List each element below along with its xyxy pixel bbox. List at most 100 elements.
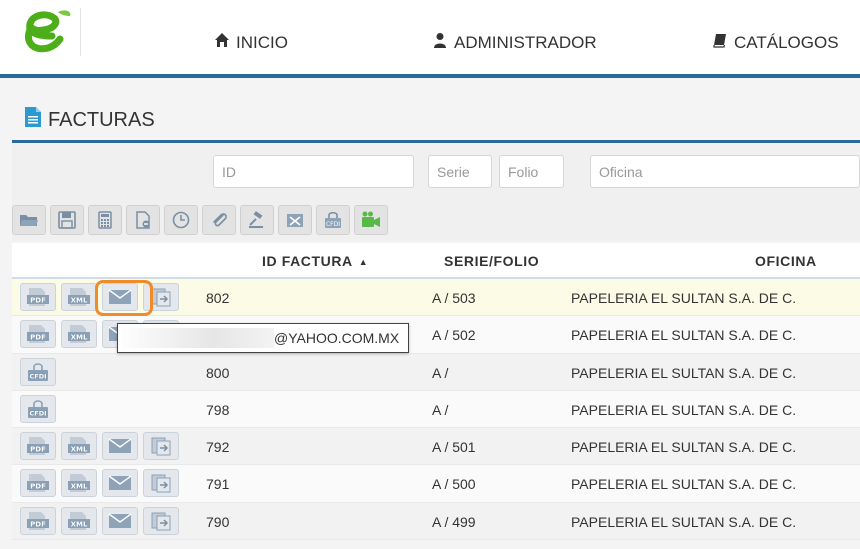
serie-folio-cell: A / bbox=[432, 401, 449, 418]
serie-folio-cell: A / 502 bbox=[432, 327, 476, 344]
nav-catalogos[interactable]: CATÁLOGOS bbox=[712, 32, 839, 53]
pdf-icon[interactable]: PDF bbox=[20, 506, 56, 535]
row-actions: PDF XML bbox=[20, 283, 179, 311]
xml-icon[interactable]: XML bbox=[61, 432, 97, 461]
oficina-filter-input[interactable]: Oficina bbox=[590, 155, 860, 188]
pdf-icon[interactable]: PDF bbox=[20, 432, 56, 461]
mail-icon[interactable] bbox=[102, 432, 138, 461]
svg-text:PDF: PDF bbox=[30, 297, 46, 305]
oficina-cell: PAPELERIA EL SULTAN S.A. DE C. bbox=[571, 327, 797, 344]
page-title-label: FACTURAS bbox=[48, 108, 155, 131]
id-factura-cell: 798 bbox=[206, 401, 230, 418]
id-factura-cell: 790 bbox=[206, 513, 230, 530]
copy-document-icon[interactable] bbox=[143, 432, 179, 461]
svg-text:PDF: PDF bbox=[30, 334, 46, 342]
id-factura-cell: 791 bbox=[206, 476, 230, 493]
column-header-oficina[interactable]: OFICINA bbox=[755, 253, 817, 269]
toolbar: CFDI bbox=[12, 205, 388, 235]
svg-text:CFDI: CFDI bbox=[29, 372, 46, 380]
table-row[interactable]: PDF XML 791 A / 500 PAPELERIA EL SULTAN S.A.… bbox=[12, 465, 860, 503]
row-actions: CFDI bbox=[20, 394, 56, 423]
mail-icon[interactable] bbox=[102, 506, 138, 535]
email-tooltip-text: @YAHOO.COM.MX bbox=[274, 330, 400, 346]
home-icon bbox=[214, 32, 230, 53]
id-factura-cell: 802 bbox=[206, 290, 230, 306]
cfdi-lock-icon[interactable]: CFDI bbox=[316, 205, 350, 235]
svg-text:CFDI: CFDI bbox=[29, 409, 46, 417]
top-navbar: INICIO ADMINISTRADOR CATÁLOGOS bbox=[0, 0, 860, 78]
oficina-cell: PAPELERIA EL SULTAN S.A. DE C. bbox=[571, 364, 797, 381]
serie-filter-input[interactable]: Serie bbox=[428, 155, 492, 188]
user-icon bbox=[432, 32, 448, 53]
clock-icon[interactable] bbox=[164, 205, 198, 235]
logo-divider bbox=[80, 8, 81, 56]
svg-text:PDF: PDF bbox=[30, 446, 46, 454]
xml-icon[interactable]: XML bbox=[61, 320, 97, 349]
document-minus-icon[interactable] bbox=[126, 205, 160, 235]
oficina-cell: PAPELERIA EL SULTAN S.A. DE C. bbox=[571, 439, 797, 456]
oficina-cell: PAPELERIA EL SULTAN S.A. DE C. bbox=[571, 476, 797, 493]
pdf-icon[interactable]: PDF bbox=[20, 320, 56, 349]
folio-filter-input[interactable]: Folio bbox=[499, 155, 564, 188]
oficina-cell: PAPELERIA EL SULTAN S.A. DE C. bbox=[571, 401, 797, 418]
svg-text:PDF: PDF bbox=[30, 520, 46, 528]
row-actions: PDF XML bbox=[20, 469, 179, 498]
mail-icon[interactable] bbox=[102, 283, 138, 311]
copy-document-icon[interactable] bbox=[143, 506, 179, 535]
nav-administrador-label: ADMINISTRADOR bbox=[454, 32, 597, 52]
column-header-serie-folio[interactable]: SERIE/FOLIO bbox=[444, 253, 539, 269]
save-icon[interactable] bbox=[50, 205, 84, 235]
svg-text:CFDI: CFDI bbox=[326, 221, 340, 228]
video-camera-icon[interactable] bbox=[354, 205, 388, 235]
cfdi-lock-icon[interactable]: CFDI bbox=[20, 394, 56, 423]
copy-document-icon[interactable] bbox=[143, 283, 179, 311]
pdf-icon[interactable]: PDF bbox=[20, 469, 56, 498]
id-factura-cell: 792 bbox=[206, 439, 230, 456]
id-filter-input[interactable]: ID bbox=[213, 155, 414, 188]
column-header-id-factura[interactable]: ID FACTURA ▲ bbox=[262, 253, 368, 269]
book-icon bbox=[712, 32, 728, 53]
svg-text:XML: XML bbox=[71, 446, 88, 454]
table-header: ID FACTURA ▲ SERIE/FOLIO OFICINA bbox=[12, 243, 860, 279]
row-actions: CFDI bbox=[20, 357, 56, 386]
mail-icon[interactable] bbox=[102, 469, 138, 498]
folder-open-icon[interactable] bbox=[12, 205, 46, 235]
nav-catalogos-label: CATÁLOGOS bbox=[734, 32, 839, 52]
row-actions: PDF XML bbox=[20, 432, 179, 461]
oficina-cell: PAPELERIA EL SULTAN S.A. DE C. bbox=[571, 513, 797, 530]
table-row[interactable]: PDF XML 790 A / 499 PAPELERIA EL SULTAN S.A.… bbox=[12, 502, 860, 541]
svg-text:XML: XML bbox=[71, 483, 88, 491]
table-row[interactable]: PDF XML 792 A / 501 PAPELERIA EL SULTAN S.A.… bbox=[12, 428, 860, 466]
cfdi-lock-icon[interactable]: CFDI bbox=[20, 357, 56, 386]
xml-icon[interactable]: XML bbox=[61, 283, 97, 311]
svg-text:XML: XML bbox=[71, 520, 88, 528]
cancel-invoice-icon[interactable] bbox=[278, 205, 312, 235]
document-icon bbox=[24, 106, 42, 134]
logo[interactable] bbox=[14, 6, 74, 62]
svg-text:XML: XML bbox=[71, 297, 88, 305]
xml-icon[interactable]: XML bbox=[61, 506, 97, 535]
nav-inicio-label: INICIO bbox=[236, 32, 288, 52]
calculator-icon[interactable] bbox=[88, 205, 122, 235]
serie-folio-cell: A / 499 bbox=[432, 513, 476, 530]
nav-administrador[interactable]: ADMINISTRADOR bbox=[432, 32, 597, 53]
filter-panel: ID Serie Folio Oficina CFDI bbox=[12, 143, 860, 241]
table-body: PDF XML 802 A / 503 PAPELERIA EL SULTAN S.A.… bbox=[12, 279, 860, 541]
xml-icon[interactable]: XML bbox=[61, 469, 97, 498]
email-tooltip: @YAHOO.COM.MX bbox=[117, 323, 409, 353]
nav-inicio[interactable]: INICIO bbox=[214, 32, 288, 53]
table-row[interactable]: PDF XML 802 A / 503 PAPELERIA EL SULTAN S.A.… bbox=[12, 279, 860, 317]
redacted-email-user bbox=[122, 328, 274, 348]
copy-document-icon[interactable] bbox=[143, 469, 179, 498]
page-title: FACTURAS bbox=[24, 106, 155, 134]
table-row[interactable]: CFDI 800 A / PAPELERIA EL SULTAN S.A. DE C. bbox=[12, 353, 860, 391]
table-row[interactable]: CFDI 798 A / PAPELERIA EL SULTAN S.A. DE C. bbox=[12, 390, 860, 429]
pdf-icon[interactable]: PDF bbox=[20, 283, 56, 311]
paperclip-icon[interactable] bbox=[202, 205, 236, 235]
serie-folio-cell: A / 500 bbox=[432, 476, 476, 493]
svg-text:PDF: PDF bbox=[30, 483, 46, 491]
gavel-icon[interactable] bbox=[240, 205, 274, 235]
serie-folio-cell: A / 501 bbox=[432, 439, 476, 456]
id-factura-cell: 800 bbox=[206, 364, 230, 381]
serie-folio-cell: A / 503 bbox=[432, 290, 476, 306]
